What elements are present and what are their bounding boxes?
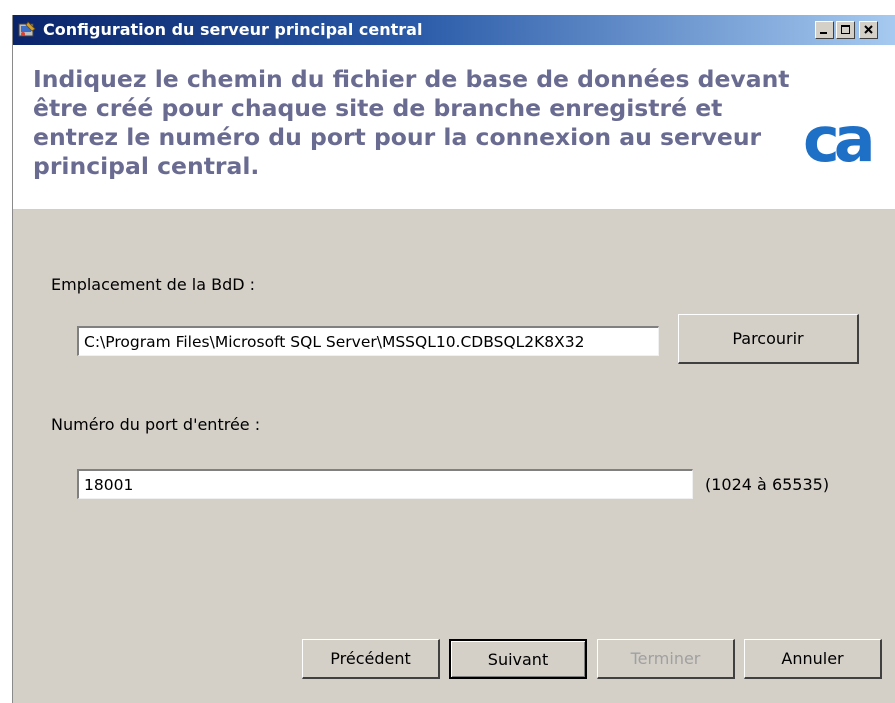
- wizard-header: Indiquez le chemin du fichier de base de…: [13, 45, 895, 210]
- next-button[interactable]: Suivant: [449, 639, 587, 679]
- configuration-dialog: Configuration du serveur principal centr…: [12, 15, 895, 703]
- window-title: Configuration du serveur principal centr…: [43, 20, 423, 39]
- db-location-input[interactable]: [77, 326, 659, 356]
- setup-app-icon: [18, 21, 36, 37]
- minimize-icon: [820, 32, 827, 34]
- finish-button: Terminer: [597, 639, 735, 679]
- instruction-heading: Indiquez le chemin du fichier de base de…: [33, 65, 790, 180]
- port-label: Numéro du port d'entrée :: [51, 415, 261, 434]
- close-button[interactable]: [859, 21, 878, 39]
- browse-button[interactable]: Parcourir: [678, 314, 859, 364]
- port-input[interactable]: [77, 469, 693, 499]
- title-bar[interactable]: Configuration du serveur principal centr…: [13, 15, 895, 45]
- db-location-label: Emplacement de la BdD :: [51, 275, 256, 294]
- port-range-hint: (1024 à 65535): [705, 475, 830, 494]
- previous-button[interactable]: Précédent: [302, 639, 440, 679]
- ca-logo: ca: [803, 103, 877, 175]
- svg-text:ca: ca: [803, 103, 871, 175]
- maximize-button[interactable]: [836, 21, 855, 39]
- minimize-button[interactable]: [815, 21, 834, 39]
- maximize-icon: [841, 25, 850, 34]
- cancel-button[interactable]: Annuler: [744, 639, 882, 679]
- close-icon: [864, 25, 873, 34]
